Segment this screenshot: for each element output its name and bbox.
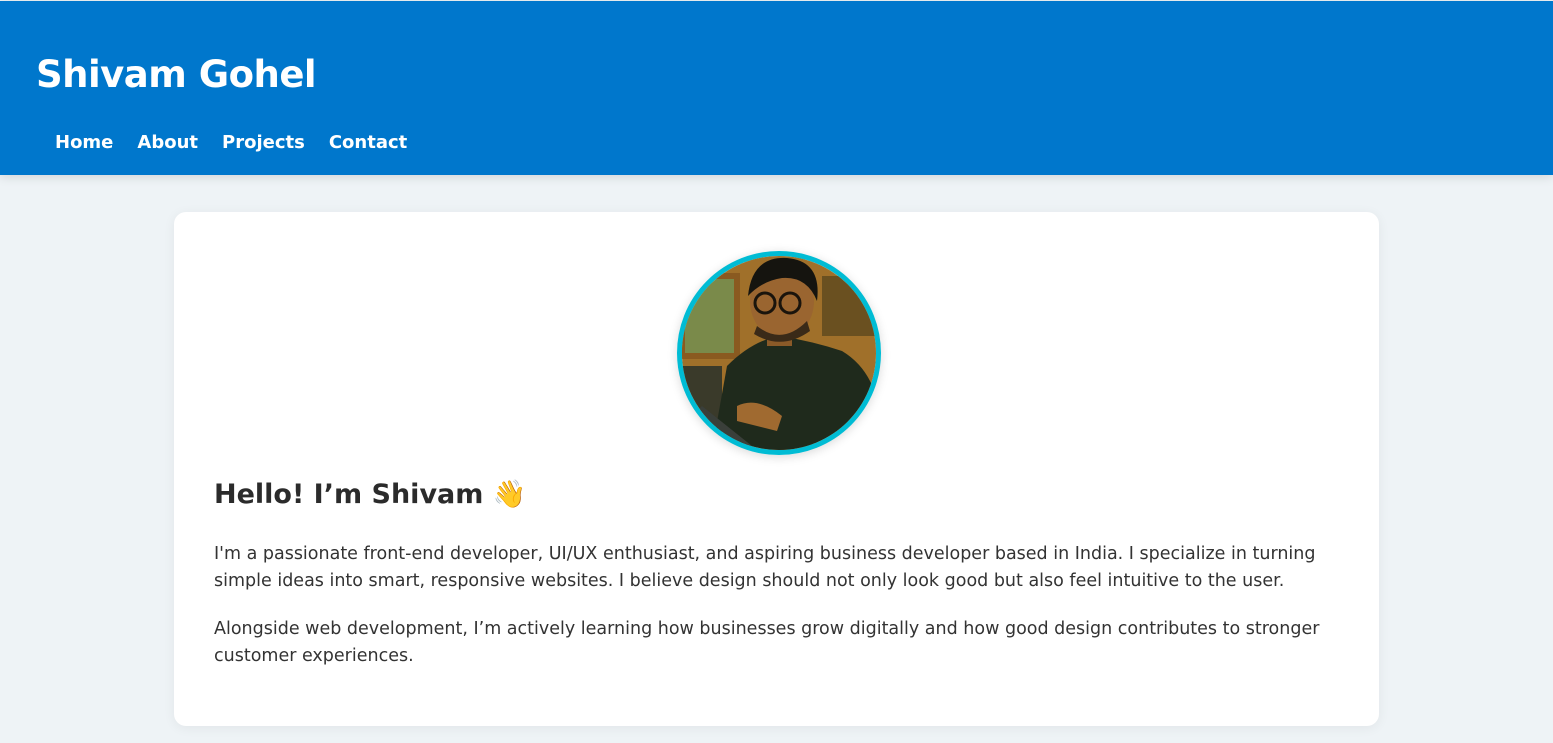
nav-about[interactable]: About — [137, 132, 198, 153]
about-paragraph-1: I'm a passionate front-end developer, UI… — [214, 544, 1316, 591]
site-header: Shivam Gohel Home About Projects Contact — [0, 1, 1553, 175]
nav-contact[interactable]: Contact — [329, 132, 407, 153]
greeting-heading: Hello! I’m Shivam 👋 — [214, 479, 527, 510]
main-nav: Home About Projects Contact — [55, 132, 407, 153]
nav-projects[interactable]: Projects — [222, 132, 305, 153]
avatar — [677, 251, 881, 455]
nav-home[interactable]: Home — [55, 132, 113, 153]
site-title: Shivam Gohel — [36, 53, 317, 96]
about-card: Hello! I’m Shivam 👋 I'm a passionate fro… — [174, 212, 1379, 726]
about-paragraph-2: Alongside web development, I’m actively … — [214, 619, 1320, 666]
